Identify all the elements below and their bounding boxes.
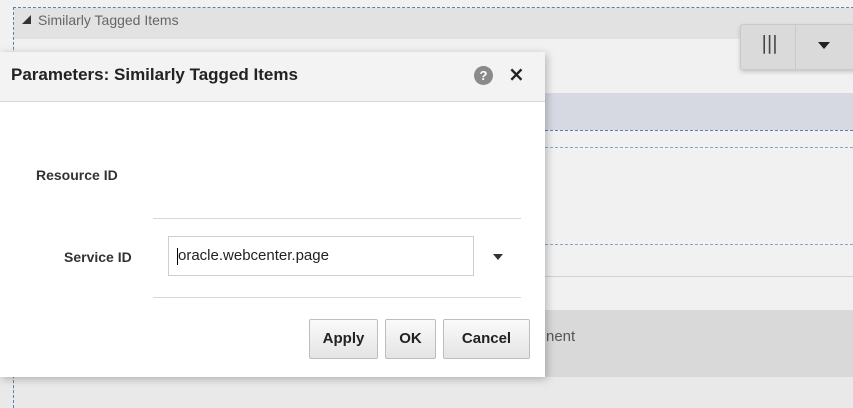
selected-row-band: [540, 93, 853, 130]
close-icon[interactable]: ×: [508, 63, 525, 85]
field-separator: [153, 218, 521, 219]
dashed-divider: [540, 147, 853, 148]
footer-band: [540, 310, 853, 377]
service-id-value: oracle.webcenter.page: [178, 247, 329, 264]
divider: [540, 276, 853, 277]
field-separator: [153, 297, 521, 298]
service-id-input[interactable]: oracle.webcenter.page: [168, 236, 474, 276]
service-id-label: Service ID: [64, 249, 132, 265]
partial-background-text: nent: [546, 328, 576, 345]
panel-toolbar: [740, 24, 853, 70]
dashed-divider: [540, 130, 853, 131]
help-icon[interactable]: ?: [474, 66, 493, 85]
apply-button[interactable]: Apply: [309, 319, 378, 359]
dashed-divider: [540, 244, 853, 245]
dialog-title: Parameters: Similarly Tagged Items: [11, 65, 298, 84]
text-cursor: [177, 248, 178, 265]
ok-button[interactable]: OK: [385, 319, 436, 359]
panel-title: Similarly Tagged Items: [38, 12, 179, 28]
toolbar-divider: [795, 25, 796, 69]
dialog-titlebar: Parameters: Similarly Tagged Items ? ×: [0, 52, 545, 102]
columns-icon[interactable]: |||: [761, 32, 778, 54]
collapse-triangle-icon[interactable]: [22, 15, 31, 24]
dropdown-arrow-icon[interactable]: [818, 42, 830, 49]
cancel-button[interactable]: Cancel: [443, 319, 530, 359]
resource-id-label: Resource ID: [36, 167, 118, 183]
service-id-dropdown-icon[interactable]: [493, 254, 503, 260]
